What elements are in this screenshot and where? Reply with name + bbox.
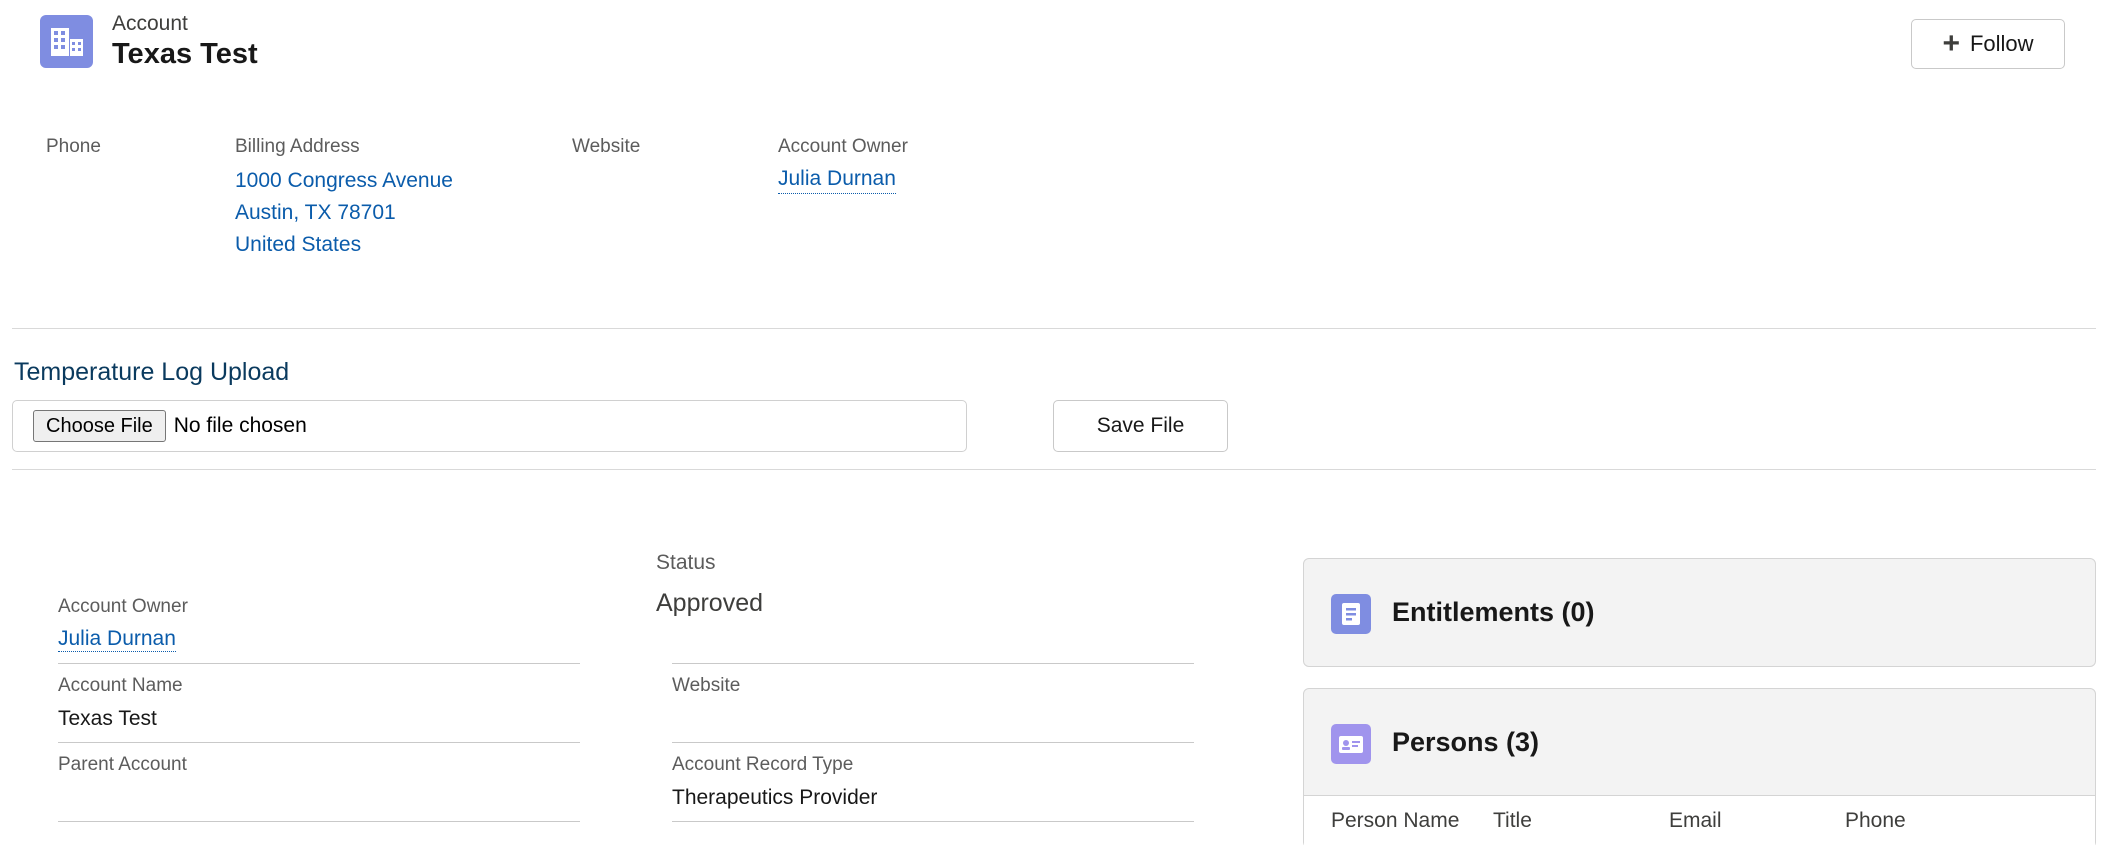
account-icon [40, 15, 93, 68]
account-owner-link[interactable]: Julia Durnan [58, 627, 176, 652]
parent-account-label: Parent Account [58, 754, 187, 775]
highlight-owner-link[interactable]: Julia Durnan [778, 165, 896, 194]
field-divider [672, 663, 1194, 664]
billing-address-link[interactable]: 1000 Congress Avenue Austin, TX 78701 Un… [235, 165, 453, 261]
record-type-value: Therapeutics Provider [672, 786, 878, 809]
object-type-label: Account [112, 12, 188, 35]
column-header-person-name[interactable]: Person Name [1331, 809, 1459, 833]
file-status-text: No file chosen [173, 414, 307, 437]
page-title: Texas Test [112, 38, 258, 70]
divider [12, 469, 2096, 470]
contact-card-icon [1339, 736, 1363, 753]
choose-file-button[interactable]: Choose File [33, 410, 166, 442]
document-icon [1342, 603, 1360, 625]
persons-card: Persons (3) Person Name Title Email Phon… [1303, 688, 2096, 856]
billing-line-3: United States [235, 233, 362, 256]
persons-title-link[interactable]: Persons (3) [1392, 727, 1539, 758]
entitlements-card: Entitlements (0) [1303, 558, 2096, 667]
billing-line-2: Austin, TX 78701 [235, 201, 396, 224]
highlight-website-label: Website [572, 136, 641, 157]
save-file-button[interactable]: Save File [1053, 400, 1228, 452]
account-owner-label: Account Owner [58, 596, 188, 617]
entitlements-title-link[interactable]: Entitlements (0) [1392, 597, 1595, 628]
persons-icon [1331, 724, 1371, 764]
status-value: Approved [656, 589, 764, 617]
upload-section-title: Temperature Log Upload [14, 358, 290, 386]
plus-icon: + [1942, 27, 1960, 60]
field-divider [58, 663, 580, 664]
field-divider [672, 742, 1194, 743]
field-divider [58, 742, 580, 743]
billing-line-1: 1000 Congress Avenue [235, 169, 453, 192]
status-label: Status [656, 551, 716, 574]
highlight-owner-label: Account Owner [778, 136, 908, 157]
follow-button[interactable]: + Follow [1911, 19, 2065, 69]
highlight-phone-label: Phone [46, 136, 101, 157]
column-header-email[interactable]: Email [1669, 809, 1722, 833]
building-grid-icon [50, 27, 83, 56]
highlight-billing-label: Billing Address [235, 136, 360, 157]
field-divider [58, 821, 580, 822]
divider [12, 328, 2096, 329]
website-label: Website [672, 675, 741, 696]
entitlement-icon [1331, 594, 1371, 634]
column-header-phone[interactable]: Phone [1845, 809, 1906, 833]
account-name-value: Texas Test [58, 707, 157, 730]
persons-table: Person Name Title Email Phone [1304, 796, 2095, 856]
column-header-title[interactable]: Title [1493, 809, 1532, 833]
follow-button-label: Follow [1969, 31, 2034, 56]
file-input[interactable]: Choose File No file chosen [12, 400, 967, 452]
field-divider [672, 821, 1194, 822]
record-type-label: Account Record Type [672, 754, 854, 775]
account-name-label: Account Name [58, 675, 183, 696]
